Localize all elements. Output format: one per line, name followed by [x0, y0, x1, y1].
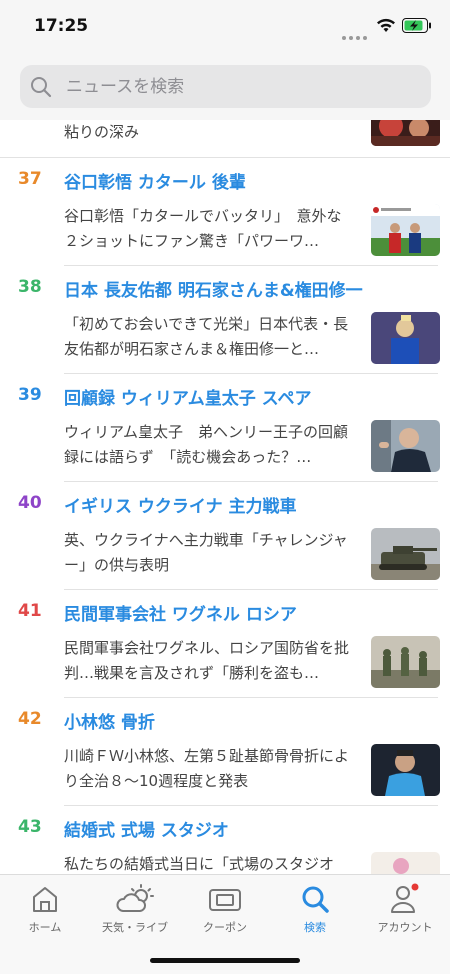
news-keyword-link[interactable]: 日本 長友佑都 明石家さんま&権田修一: [64, 276, 363, 301]
news-thumbnail: [371, 852, 440, 874]
list-item[interactable]: 42 小林悠 骨折 川崎ＦＷ小林悠、左第５趾基節骨骨折により全治８〜10週程度と…: [0, 698, 450, 806]
tab-home[interactable]: ホーム: [0, 883, 90, 943]
rank-number: 41: [18, 601, 42, 621]
tab-search[interactable]: 検索: [270, 883, 360, 943]
news-thumbnail: [371, 204, 440, 256]
signal-dots-icon: [342, 25, 370, 40]
tab-coupon[interactable]: クーポン: [180, 883, 270, 943]
news-description: 「初めてお会いできて光栄」日本代表・長友佑都が明石家さんま＆権田修一と…: [64, 315, 349, 358]
list-item[interactable]: 41 民間軍事会社 ワグネル ロシア 民間軍事会社ワグネル、ロシア国防省を批判……: [0, 590, 450, 698]
search-bar[interactable]: [20, 65, 431, 108]
news-thumbnail: [371, 120, 440, 146]
trending-news-list: 粘りの深み 37 谷口彰悟 カタール 後輩 谷口彰悟「カタールでバッタリ」 意外…: [0, 120, 450, 874]
news-thumbnail: [371, 528, 440, 580]
news-thumbnail: [371, 312, 440, 364]
status-time: 17:25: [34, 16, 89, 36]
notification-badge: [411, 883, 419, 891]
tab-label: 天気・ライブ: [102, 921, 168, 934]
tab-label: ホーム: [28, 921, 62, 934]
news-keyword-link[interactable]: 小林悠 骨折: [64, 708, 155, 733]
news-thumbnail: [371, 636, 440, 688]
search-icon: [270, 883, 360, 915]
news-description: 民間軍事会社ワグネル、ロシア国防省を批判…戦果を言及されず「勝利を盗も…: [64, 639, 350, 682]
list-item[interactable]: 37 谷口彰悟 カタール 後輩 谷口彰悟「カタールでバッタリ」 意外な２ショット…: [0, 158, 450, 266]
coupon-icon: [180, 883, 270, 915]
news-thumbnail: [371, 744, 440, 796]
rank-number: 42: [18, 709, 42, 729]
list-item[interactable]: 43 結婚式 式場 スタジオ 私たちの結婚式当日に「式場のスタジオ: [0, 806, 450, 874]
search-icon: [30, 76, 52, 102]
news-description: ウィリアム皇太子 弟ヘンリー王子の回顧録には語らず 「読む機会あった？…: [64, 423, 348, 466]
list-item-partial[interactable]: 粘りの深み: [0, 120, 450, 158]
news-description: 川崎ＦＷ小林悠、左第５趾基節骨骨折により全治８〜10週程度と発表: [64, 747, 350, 790]
search-input[interactable]: [66, 65, 416, 108]
tab-label: 検索: [304, 921, 326, 934]
news-description: 粘りの深み: [64, 123, 140, 141]
tab-label: アカウント: [377, 921, 433, 934]
list-item[interactable]: 40 イギリス ウクライナ 主力戦車 英、ウクライナへ主力戦車「チャレンジャー」…: [0, 482, 450, 590]
wifi-icon: [376, 18, 396, 37]
tab-account[interactable]: アカウント: [360, 883, 450, 943]
status-bar: 17:25: [0, 0, 450, 56]
list-item[interactable]: 39 回顧録 ウィリアム皇太子 スペア ウィリアム皇太子 弟ヘンリー王子の回顧録…: [0, 374, 450, 482]
news-description: 英、ウクライナへ主力戦車「チャレンジャー」の供与表明: [64, 531, 348, 574]
tab-weather-live[interactable]: 天気・ライブ: [90, 883, 180, 943]
news-description: 私たちの結婚式当日に「式場のスタジオ: [64, 855, 335, 873]
rank-number: 38: [18, 277, 42, 297]
news-keyword-link[interactable]: 民間軍事会社 ワグネル ロシア: [64, 600, 297, 625]
weather-icon: [90, 883, 180, 915]
home-indicator: [150, 958, 300, 963]
rank-number: 39: [18, 385, 42, 405]
news-keyword-link[interactable]: 結婚式 式場 スタジオ: [64, 816, 229, 841]
rank-number: 37: [18, 169, 42, 189]
news-thumbnail: [371, 420, 440, 472]
search-header: [0, 56, 450, 120]
list-item[interactable]: 38 日本 長友佑都 明石家さんま&権田修一 「初めてお会いできて光栄」日本代表…: [0, 266, 450, 374]
news-description: 谷口彰悟「カタールでバッタリ」 意外な２ショットにファン驚き「パワーワ…: [64, 207, 342, 250]
battery-charging-icon: [402, 18, 432, 37]
news-keyword-link[interactable]: 回顧録 ウィリアム皇太子 スペア: [64, 384, 311, 409]
home-icon: [0, 883, 90, 915]
news-keyword-link[interactable]: イギリス ウクライナ 主力戦車: [64, 492, 297, 517]
rank-number: 40: [18, 493, 42, 513]
tab-label: クーポン: [203, 921, 247, 934]
account-icon: [360, 883, 450, 915]
news-keyword-link[interactable]: 谷口彰悟 カタール 後輩: [64, 168, 246, 193]
rank-number: 43: [18, 817, 42, 837]
